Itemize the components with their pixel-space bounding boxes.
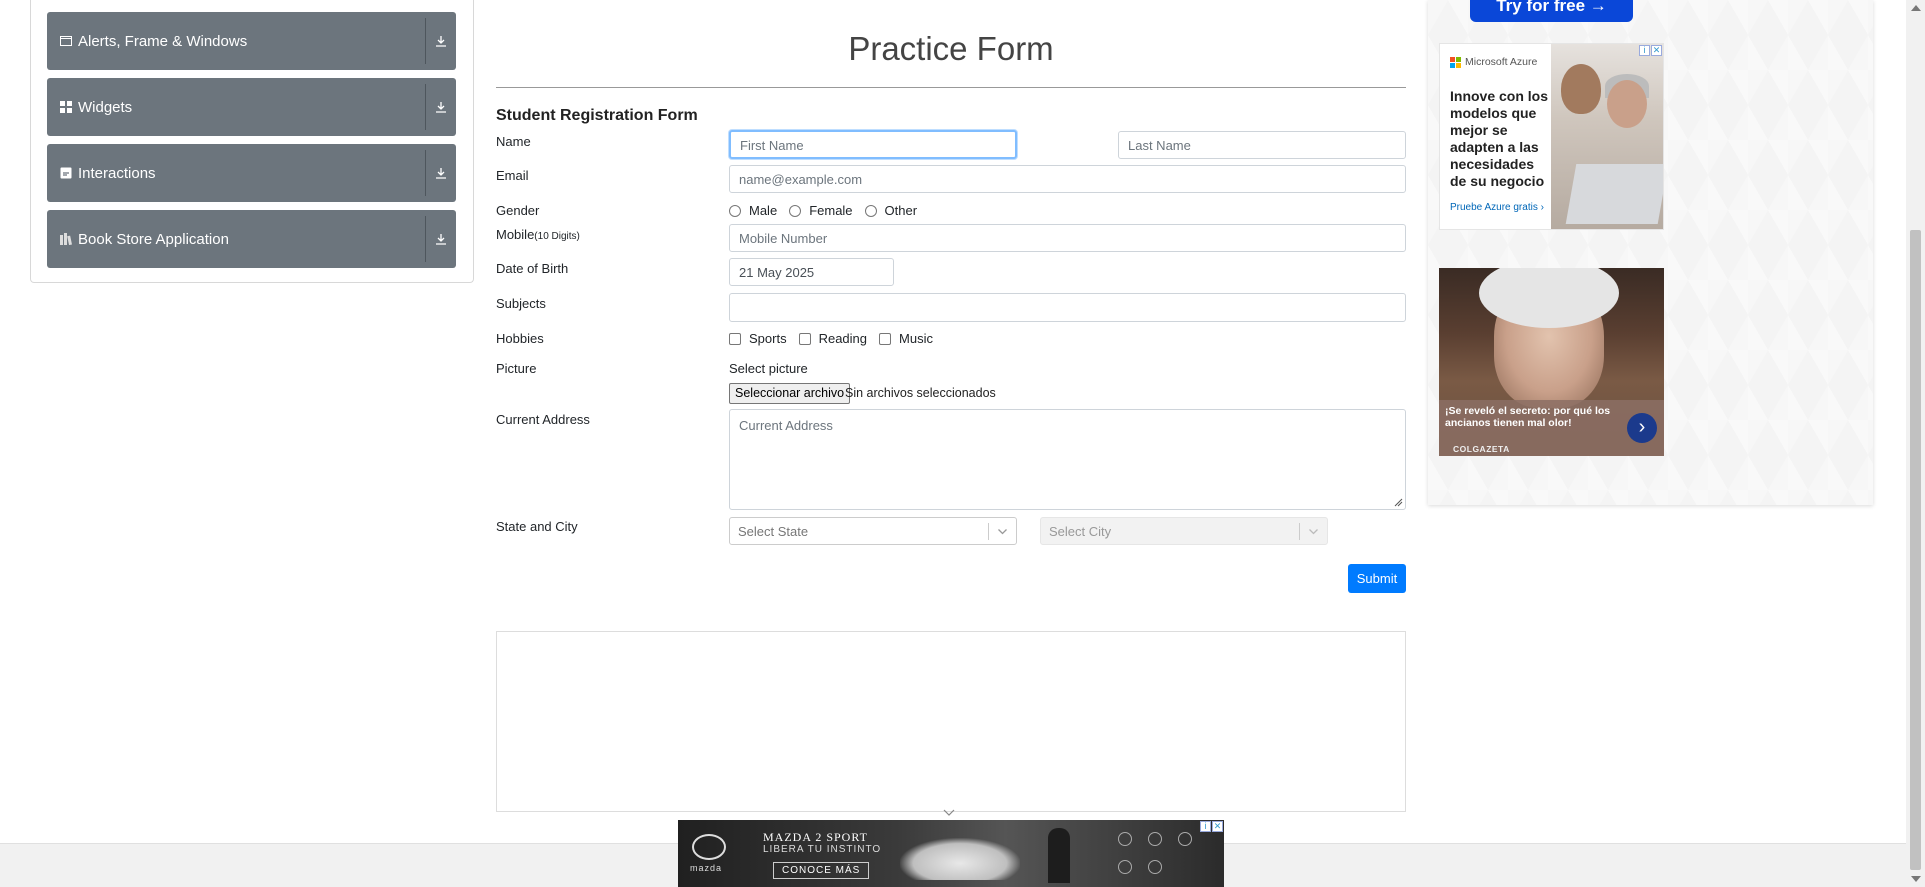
gender-male-option[interactable]: Male (729, 203, 777, 218)
email-input[interactable]: name@example.com (729, 165, 1406, 193)
interaction-icon (60, 167, 72, 179)
hobby-sports-option[interactable]: Sports (729, 331, 787, 346)
scroll-thumb[interactable] (1910, 230, 1921, 870)
sidebar-group-interactions[interactable]: Interactions (47, 144, 456, 202)
radio-button[interactable] (789, 204, 802, 217)
sidebar-group-label: Widgets (78, 98, 133, 116)
sidebar-group-label: Alerts, Frame & Windows (78, 32, 248, 50)
microsoft-icon (1450, 56, 1461, 68)
subjects-input[interactable] (729, 293, 1406, 322)
ad-cta-link[interactable]: Pruebe Azure gratis › (1450, 202, 1544, 213)
mazda-logo-word: mazda (690, 863, 723, 873)
title-divider (496, 87, 1406, 88)
chevron-down-icon (998, 529, 1007, 535)
page-scrollbar[interactable] (1906, 0, 1925, 887)
choose-file-button[interactable]: Seleccionar archivo (729, 383, 851, 404)
azure-ad[interactable]: Microsoft Azure Innove con los modelos q… (1439, 43, 1664, 230)
colgazeta-ad[interactable]: ¡Se reveló el secreto: por qué los ancia… (1439, 268, 1664, 456)
mazda-logo-icon (692, 834, 726, 860)
page-title: Practice Form (848, 30, 1054, 67)
chevron-down-icon (1309, 529, 1318, 535)
hobby-reading-option[interactable]: Reading (798, 331, 867, 346)
grid-icon (60, 101, 72, 113)
hobbies-label: Hobbies (496, 331, 544, 346)
sidebar-group-widgets[interactable]: Widgets (47, 78, 456, 136)
gender-options: Male Female Other (729, 203, 929, 218)
checkbox[interactable] (879, 332, 892, 345)
checkbox[interactable] (729, 332, 741, 345)
gender-other-option[interactable]: Other (864, 203, 917, 218)
mazda-banner-ad[interactable]: mazda MAZDA 2 SPORT LIBERA TU INSTINTO C… (678, 820, 1224, 887)
ads-column: Try for free → Microsoft Azure Innove co… (1428, 0, 1873, 505)
state-city-label: State and City (496, 519, 578, 534)
select-picture-label: Select picture (729, 361, 808, 376)
form-subtitle: Student Registration Form (496, 107, 698, 124)
car-image (900, 838, 1020, 880)
subjects-label: Subjects (496, 296, 546, 311)
feature-icons (1098, 826, 1208, 884)
download-icon[interactable] (433, 99, 449, 115)
gender-label: Gender (496, 203, 540, 218)
email-label: Email (496, 168, 529, 183)
checkbox[interactable] (798, 332, 811, 345)
sidebar-group-label: Book Store Application (78, 230, 229, 248)
dob-input[interactable]: 21 May 2025 (729, 258, 894, 286)
state-select[interactable]: Select State (729, 517, 1017, 545)
chevron-down-icon[interactable] (943, 809, 955, 817)
address-placeholder: Current Address (739, 418, 833, 433)
picture-label: Picture (496, 361, 537, 376)
hobby-music-option[interactable]: Music (879, 331, 933, 346)
microsoft-logo: Microsoft Azure (1450, 56, 1537, 68)
sidebar-group-alerts-frame-windows[interactable]: Alerts, Frame & Windows (47, 12, 456, 70)
ad-headline: Innove con los modelos que mejor se adap… (1450, 88, 1549, 189)
ad-close-icon[interactable]: ✕ (1212, 821, 1223, 832)
ad-photo (1551, 44, 1663, 229)
sidebar-group-label: Interactions (78, 164, 156, 182)
city-select[interactable]: Select City (1040, 517, 1328, 545)
mobile-input[interactable]: Mobile Number (729, 224, 1406, 252)
ad-brand: COLGAZETA (1453, 444, 1510, 454)
book-icon (60, 233, 72, 245)
ad-placeholder-box (496, 631, 1406, 812)
mobile-hint: (10 Digits) (534, 231, 580, 242)
current-address-textarea[interactable]: Current Address (729, 409, 1406, 510)
no-file-text: Sin archivos seleccionados (845, 386, 996, 400)
try-for-free-button[interactable]: Try for free → (1470, 0, 1633, 22)
resize-handle-icon[interactable] (1393, 497, 1403, 507)
last-name-input[interactable]: Last Name (1118, 131, 1406, 159)
download-icon[interactable] (433, 231, 449, 247)
download-icon[interactable] (433, 33, 449, 49)
person-image (1048, 828, 1070, 883)
radio-button[interactable] (864, 204, 877, 217)
dob-label: Date of Birth (496, 261, 569, 276)
ad-title: MAZDA 2 SPORT (763, 830, 868, 844)
name-label: Name (496, 134, 531, 149)
sidebar: Alerts, Frame & Windows Widgets Interact… (30, 0, 474, 283)
ad-headline: ¡Se reveló el secreto: por qué los ancia… (1445, 405, 1611, 429)
address-label: Current Address (496, 412, 590, 427)
scroll-up-icon[interactable] (1911, 5, 1921, 11)
mobile-label: Mobile(10 Digits) (496, 227, 580, 242)
hobby-options: Sports Reading Music (729, 331, 945, 346)
ad-tagline: LIBERA TU INSTINTO (763, 844, 882, 855)
scroll-down-icon[interactable] (1911, 876, 1921, 882)
ad-close-icon[interactable]: ✕ (1651, 45, 1662, 56)
download-icon[interactable] (433, 165, 449, 181)
first-name-input[interactable]: First Name (729, 130, 1017, 159)
radio-button[interactable] (729, 204, 741, 217)
gender-female-option[interactable]: Female (789, 203, 853, 218)
ad-cta-button[interactable]: CONOCE MÁS (773, 862, 870, 879)
ad-info-icon[interactable]: i (1639, 45, 1650, 56)
ad-info-icon[interactable]: i (1200, 821, 1211, 832)
sidebar-group-book-store[interactable]: Book Store Application (47, 210, 456, 268)
submit-button[interactable]: Submit (1348, 564, 1406, 593)
window-icon (60, 35, 72, 47)
chevron-right-icon[interactable]: › (1627, 413, 1657, 443)
